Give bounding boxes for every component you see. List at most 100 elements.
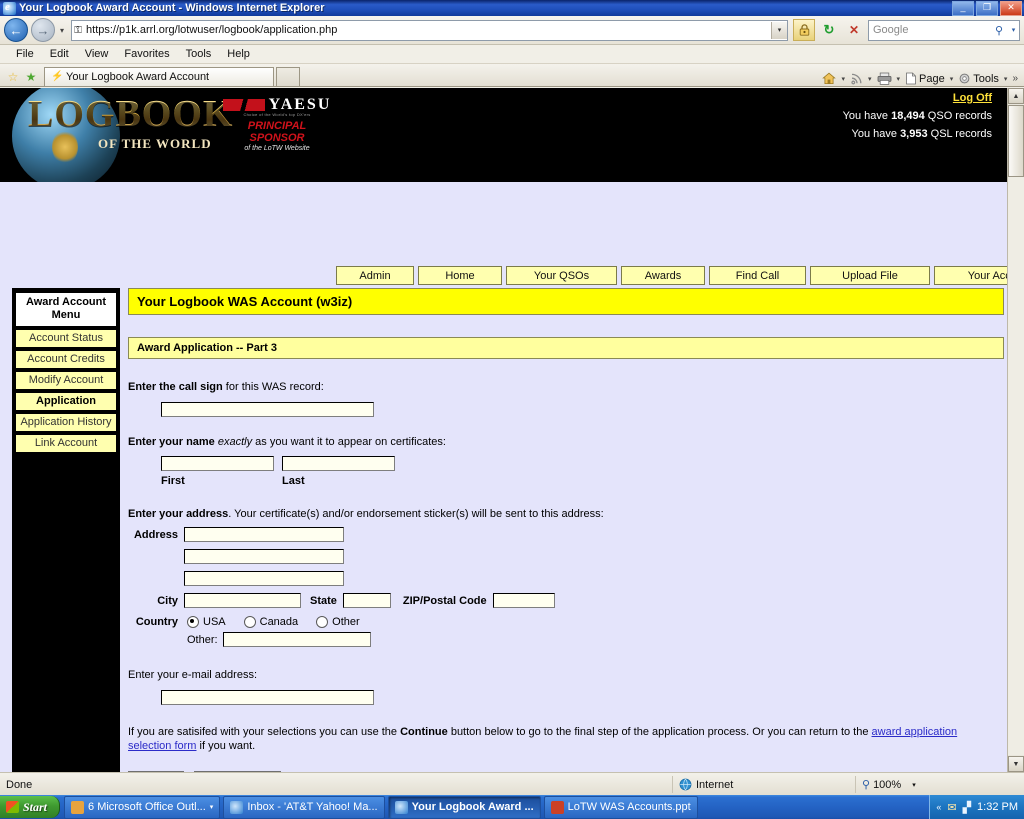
page-content: Your Logbook WAS Account (w3iz) Award Ap… xyxy=(128,288,1004,772)
sidebar-item-account-status[interactable]: Account Status xyxy=(15,329,117,348)
new-tab-button[interactable] xyxy=(276,67,300,86)
print-caret-icon[interactable]: ▾ xyxy=(895,75,903,83)
country-label: Country xyxy=(135,616,178,628)
home-button[interactable] xyxy=(820,72,838,85)
menu-item-view[interactable]: View xyxy=(77,48,117,60)
page-caret-icon[interactable]: ▾ xyxy=(948,75,956,83)
nav-tab-admin[interactable]: Admin xyxy=(336,266,414,285)
security-zone-label: Internet xyxy=(696,778,734,791)
taskbar-button-powerpoint[interactable]: LoTW WAS Accounts.ppt xyxy=(543,795,698,819)
city-input[interactable] xyxy=(184,593,301,608)
taskbar-button-label: Inbox - 'AT&T Yahoo! Ma... xyxy=(247,801,378,813)
state-input[interactable] xyxy=(342,593,391,608)
sidebar-item-modify-account[interactable]: Modify Account xyxy=(15,371,117,390)
browser-tab[interactable]: ⚡ Your Logbook Award Account xyxy=(44,67,274,86)
search-provider-dropdown-icon[interactable]: ▾ xyxy=(1008,26,1019,34)
email-prompt: Enter your e-mail address: xyxy=(128,669,257,681)
nav-tab-awards[interactable]: Awards xyxy=(621,266,705,285)
network-icon[interactable]: ▞ xyxy=(963,801,971,814)
command-overflow-icon[interactable]: » xyxy=(1010,73,1020,84)
sidebar-item-link-account[interactable]: Link Account xyxy=(15,434,117,453)
menu-item-edit[interactable]: Edit xyxy=(42,48,77,60)
sidebar-item-application[interactable]: Application xyxy=(15,392,117,411)
tools-caret-icon[interactable]: ▾ xyxy=(1002,75,1010,83)
taskbar-clock[interactable]: 1:32 PM xyxy=(977,801,1018,813)
taskbar-button-inbox[interactable]: Inbox - 'AT&T Yahoo! Ma... xyxy=(223,795,385,819)
favorites-center-icon[interactable]: ★ xyxy=(22,68,40,86)
qsl-count-value: 3,953 xyxy=(900,128,928,140)
zip-input[interactable] xyxy=(492,593,555,608)
taskbar-button-outlook[interactable]: 6 Microsoft Office Outl... ▾ xyxy=(64,795,221,819)
forward-button[interactable]: → xyxy=(31,18,55,42)
qsl-prefix: You have xyxy=(851,128,901,140)
address-line2-input[interactable] xyxy=(184,549,344,564)
stop-button[interactable]: ✕ xyxy=(843,19,865,41)
scroll-up-button[interactable]: ▲ xyxy=(1008,88,1024,104)
email-input[interactable] xyxy=(161,690,374,705)
nav-tab-your-qsos[interactable]: Your QSOs xyxy=(506,266,617,285)
security-zone[interactable]: Internet xyxy=(672,776,855,793)
instructions-part1: If you are satisifed with your selection… xyxy=(128,726,401,738)
maximize-button[interactable]: ❐ xyxy=(976,1,998,16)
scrollbar-track[interactable] xyxy=(1008,177,1024,755)
print-button[interactable] xyxy=(875,72,894,85)
start-button[interactable]: Start xyxy=(0,796,61,818)
first-name-input[interactable] xyxy=(161,456,274,471)
menu-item-file[interactable]: File xyxy=(8,48,42,60)
home-caret-icon[interactable]: ▾ xyxy=(839,75,847,83)
callsign-input[interactable] xyxy=(161,402,374,417)
menu-item-help[interactable]: Help xyxy=(219,48,258,60)
nav-tab-upload-file[interactable]: Upload File xyxy=(810,266,930,285)
taskbar-button-logbook[interactable]: Your Logbook Award ... xyxy=(387,795,541,819)
scrollbar-thumb[interactable] xyxy=(1008,105,1024,177)
tray-overflow-icon[interactable]: « xyxy=(936,802,941,812)
log-off-link[interactable]: Log Off xyxy=(953,92,992,104)
state-label: State xyxy=(310,594,337,607)
tools-menu-button[interactable]: Tools xyxy=(956,72,1001,85)
mail-icon[interactable]: ✉ xyxy=(947,801,956,814)
sidebar-item-account-credits[interactable]: Account Credits xyxy=(15,350,117,369)
address-bar[interactable]: ⚿ https://p1k.arrl.org/lotwuser/logbook/… xyxy=(71,19,788,41)
back-button[interactable]: ← xyxy=(4,18,28,42)
sidebar-item-application-history[interactable]: Application History xyxy=(15,413,117,432)
yaesu-chevron-icon xyxy=(222,99,265,111)
instructions-continue-word: Continue xyxy=(400,726,448,738)
zoom-caret-icon[interactable]: ▾ xyxy=(912,781,916,789)
search-box[interactable]: Google ⚲ ▾ xyxy=(868,19,1020,41)
start-button-label: Start xyxy=(23,799,48,814)
internet-explorer-icon xyxy=(230,800,244,814)
refresh-button[interactable]: ↻ xyxy=(818,19,840,41)
page-scrollbar-vertical[interactable]: ▲ ▼ xyxy=(1007,88,1024,772)
close-button[interactable]: ✕ xyxy=(1000,1,1022,16)
last-name-input[interactable] xyxy=(282,456,395,471)
history-dropdown-icon[interactable]: ▾ xyxy=(58,26,66,35)
feeds-button[interactable] xyxy=(848,72,865,85)
page-menu-button[interactable]: Page xyxy=(903,72,947,85)
address-line3-input[interactable] xyxy=(184,571,344,586)
search-go-icon[interactable]: ⚲ xyxy=(990,24,1008,37)
address-input[interactable]: https://p1k.arrl.org/lotwuser/logbook/ap… xyxy=(84,24,771,36)
address-line1-input[interactable] xyxy=(184,527,344,542)
menu-item-favorites[interactable]: Favorites xyxy=(116,48,177,60)
taskbar-button-label: 6 Microsoft Office Outl... xyxy=(88,801,206,813)
nav-tab-find-call[interactable]: Find Call xyxy=(709,266,806,285)
taskbar-caret-icon[interactable]: ▾ xyxy=(210,803,214,811)
scroll-down-button[interactable]: ▼ xyxy=(1008,756,1024,772)
zoom-control[interactable]: ⚲ 100% ▾ xyxy=(855,776,1024,793)
country-radio-other[interactable] xyxy=(316,616,329,628)
name-prompt-italic: exactly xyxy=(217,436,253,448)
country-radio-canada[interactable] xyxy=(243,616,256,628)
address-dropdown-icon[interactable]: ▾ xyxy=(771,21,787,39)
country-radio-usa[interactable] xyxy=(187,616,199,628)
sponsor-subtitle: of the LoTW Website xyxy=(244,145,310,152)
security-lock-icon[interactable] xyxy=(793,19,815,41)
minimize-button[interactable]: _ xyxy=(952,1,974,16)
menu-item-tools[interactable]: Tools xyxy=(178,48,220,60)
other-country-input[interactable] xyxy=(222,632,371,647)
add-favorite-icon[interactable]: ☆ xyxy=(4,68,22,86)
internet-explorer-icon xyxy=(394,800,408,814)
sidebar-header: Award Account Menu xyxy=(15,292,117,327)
search-input[interactable]: Google xyxy=(869,24,990,36)
nav-tab-home[interactable]: Home xyxy=(418,266,502,285)
feeds-caret-icon[interactable]: ▾ xyxy=(866,75,874,83)
